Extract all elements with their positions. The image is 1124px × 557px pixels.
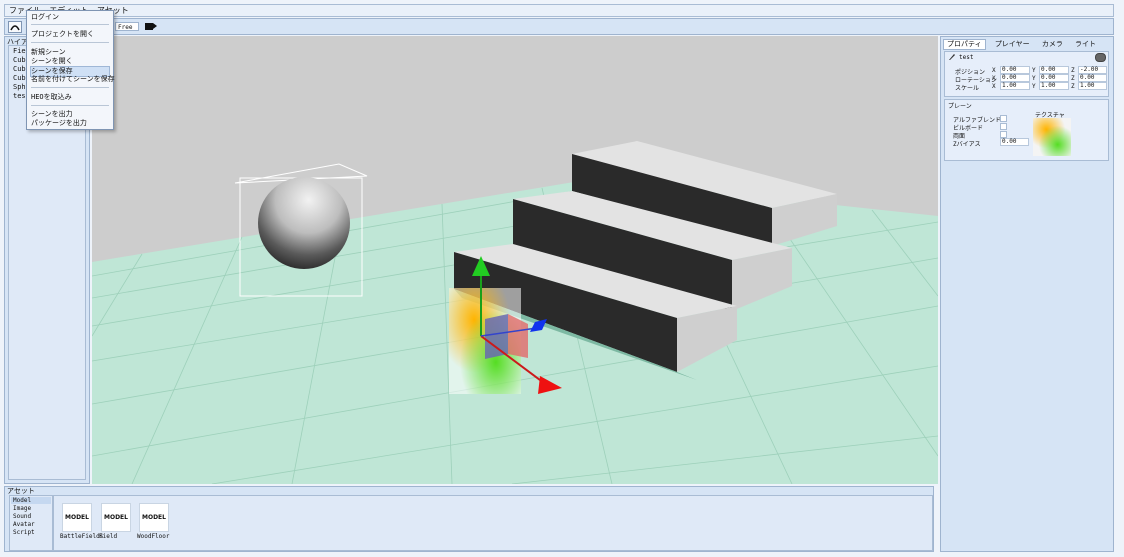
texture-image: [1033, 118, 1071, 156]
arc-icon: [10, 25, 20, 31]
tab-player[interactable]: プレイヤー: [992, 40, 1033, 49]
transform-section: test ポジション X 0.00 Y 0.00 Z -2.00 ローテーション…: [944, 51, 1109, 97]
scale-label: スケール: [955, 85, 980, 92]
axis-z-label: Z: [1071, 67, 1075, 74]
menu-item-import-heo[interactable]: HEOを取込み: [31, 93, 110, 102]
asset-name: Field: [99, 533, 118, 540]
tab-properties[interactable]: プロパティ: [943, 39, 986, 50]
object-name: test: [959, 54, 974, 61]
z-bias-field[interactable]: 0.00: [1000, 138, 1029, 146]
texture-preview[interactable]: [1033, 118, 1071, 156]
asset-category-avatar[interactable]: Avatar: [13, 521, 35, 528]
model-asset-card[interactable]: MODEL: [139, 503, 169, 532]
camera-mode-select[interactable]: Free: [115, 22, 139, 31]
billboard-checkbox[interactable]: [1000, 123, 1007, 130]
inspector-tabs: プロパティ プレイヤー カメラ ライト: [943, 39, 1111, 50]
menu-bar: ファイル エディット アセット: [4, 4, 1114, 17]
brush-icon: [949, 54, 955, 60]
axis-x-label: X: [992, 67, 996, 74]
menu-item-export-scene[interactable]: シーンを出力: [31, 110, 110, 119]
menu-separator: [31, 24, 109, 25]
asset-category-image[interactable]: Image: [13, 505, 31, 512]
inspector-panel: プロパティ プレイヤー カメラ ライト test ポジション X 0.00 Y …: [940, 36, 1114, 552]
scale-x-field[interactable]: 1.00: [1000, 82, 1030, 90]
menu-separator: [31, 105, 109, 106]
assets-panel: アセット Model Image Sound Avatar Script MOD…: [4, 486, 934, 552]
asset-category-model[interactable]: Model: [11, 497, 51, 504]
model-asset-card[interactable]: MODEL: [101, 503, 131, 532]
rotate-tool-button[interactable]: [8, 21, 22, 33]
axis-y-label: Y: [1032, 67, 1036, 74]
menu-item-open-project[interactable]: プロジェクトを開く: [31, 30, 110, 39]
asset-category-sound[interactable]: Sound: [13, 513, 31, 520]
plane-title: プレーン: [948, 103, 972, 110]
asset-category-list: Model Image Sound Avatar Script: [9, 495, 53, 551]
asset-name: WoodFloor: [137, 533, 170, 540]
position-y-field[interactable]: 0.00: [1039, 66, 1069, 74]
asset-category-script[interactable]: Script: [13, 529, 35, 536]
position-x-field[interactable]: 0.00: [1000, 66, 1030, 74]
alpha-blend-checkbox[interactable]: [1000, 115, 1007, 122]
axis-y-label: Y: [1032, 83, 1036, 90]
double-sided-checkbox[interactable]: [1000, 131, 1007, 138]
menu-item-export-package[interactable]: パッケージを出力: [31, 119, 110, 128]
scale-z-field[interactable]: 1.00: [1078, 82, 1107, 90]
axis-z-label: Z: [1071, 83, 1075, 90]
asset-name: BattleFields: [60, 533, 104, 540]
scene-render: [92, 36, 938, 484]
rotation-y-field[interactable]: 0.00: [1039, 74, 1069, 82]
axis-y-label: Y: [1032, 75, 1036, 82]
tab-camera[interactable]: カメラ: [1039, 40, 1066, 49]
menu-item-save-scene-as[interactable]: 名前を付けてシーンを保存: [31, 75, 115, 84]
asset-grid: MODEL BattleFields MODEL Field MODEL Woo…: [53, 495, 933, 551]
scale-y-field[interactable]: 1.00: [1039, 82, 1069, 90]
menu-item-new-scene[interactable]: 新規シーン: [31, 48, 110, 57]
axis-x-label: X: [992, 83, 996, 90]
video-camera-icon[interactable]: [145, 23, 157, 30]
toolbar: Free: [4, 18, 1114, 35]
scene-viewport[interactable]: [92, 36, 938, 484]
z-bias-label: Zバイアス: [953, 141, 981, 148]
visibility-icon[interactable]: [1095, 53, 1106, 62]
tab-light[interactable]: ライト: [1072, 40, 1099, 49]
position-z-field[interactable]: -2.00: [1078, 66, 1107, 74]
menu-item-login[interactable]: ログイン: [31, 13, 110, 22]
rotation-z-field[interactable]: 0.00: [1078, 74, 1107, 82]
menu-item-open-scene[interactable]: シーンを開く: [31, 57, 110, 66]
rotation-x-field[interactable]: 0.00: [1000, 74, 1030, 82]
menu-separator: [31, 87, 109, 88]
menu-separator: [31, 42, 109, 43]
model-asset-card[interactable]: MODEL: [62, 503, 92, 532]
file-dropdown-menu: ログイン プロジェクトを開く 新規シーン シーンを開く シーンを保存 名前を付け…: [26, 10, 115, 130]
axis-z-label: Z: [1071, 75, 1075, 82]
axis-x-label: X: [992, 75, 996, 82]
plane-section: プレーン アルファブレンド ビルボード 両面 Zバイアス 0.00 テクスチャ: [944, 99, 1109, 161]
